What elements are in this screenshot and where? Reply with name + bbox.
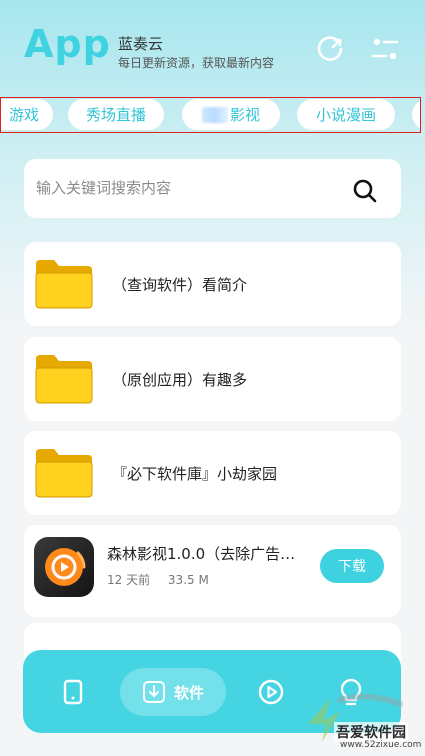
app-list-item[interactable]: 森林影视1.0.0（去除广告… 12 天前 33.5 M 下载 xyxy=(24,525,401,617)
app-size: 33.5 M xyxy=(167,573,209,587)
folder-title: （原创应用）有趣多 xyxy=(112,370,248,389)
film-icon xyxy=(45,548,86,586)
tab-novels[interactable]: 小说漫画 xyxy=(297,99,395,130)
tab-label: 影视 xyxy=(229,106,260,124)
folder-icon xyxy=(35,260,93,309)
folder-title: 『必下软件庫』小劫家园 xyxy=(112,464,278,483)
settings-icon[interactable] xyxy=(370,34,400,64)
tab-movies[interactable]: 影视 xyxy=(182,99,280,130)
header: App 蓝奏云 每日更新资源，获取最新内容 xyxy=(0,0,425,92)
app-name: 蓝奏云 xyxy=(118,35,164,53)
search-input[interactable] xyxy=(36,171,346,205)
app-meta: 12 天前 33.5 M xyxy=(107,571,223,588)
phone-icon[interactable] xyxy=(57,676,89,708)
search-icon[interactable] xyxy=(352,178,378,204)
tab-more[interactable] xyxy=(412,99,420,130)
app-logo: App xyxy=(24,22,111,66)
play-icon[interactable] xyxy=(255,676,287,708)
app-time: 12 天前 xyxy=(107,573,151,587)
folder-icon xyxy=(35,355,93,404)
blurred-text xyxy=(201,106,228,123)
folder-title: （查询软件）看简介 xyxy=(112,275,248,294)
folder-item[interactable]: 『必下软件庫』小劫家园 xyxy=(24,431,401,515)
category-tabs: 游戏 秀场直播 影视 小说漫画 xyxy=(0,97,421,133)
folder-item[interactable]: （查询软件）看简介 xyxy=(24,242,401,326)
refresh-icon[interactable] xyxy=(316,34,346,64)
download-icon xyxy=(142,681,165,703)
watermark-url: www.52zixue.com xyxy=(340,740,422,750)
app-icon xyxy=(34,537,94,597)
download-button[interactable]: 下载 xyxy=(320,549,384,583)
search-box xyxy=(24,159,401,218)
watermark-site-name: 吾爱软件园 xyxy=(334,722,408,742)
folder-item[interactable]: （原创应用）有趣多 xyxy=(24,337,401,421)
tab-live[interactable]: 秀场直播 xyxy=(68,99,164,130)
folder-icon xyxy=(35,449,93,498)
tab-label: 游戏 xyxy=(8,106,39,124)
tab-label: 小说漫画 xyxy=(315,106,376,124)
app-description: 每日更新资源，获取最新内容 xyxy=(118,56,275,70)
tab-games[interactable]: 游戏 xyxy=(1,99,53,130)
app-title: 森林影视1.0.0（去除广告… xyxy=(107,545,296,563)
nav-software-label: 软件 xyxy=(173,683,204,702)
tab-label: 秀场直播 xyxy=(85,106,146,124)
nav-software[interactable]: 软件 xyxy=(120,668,226,716)
